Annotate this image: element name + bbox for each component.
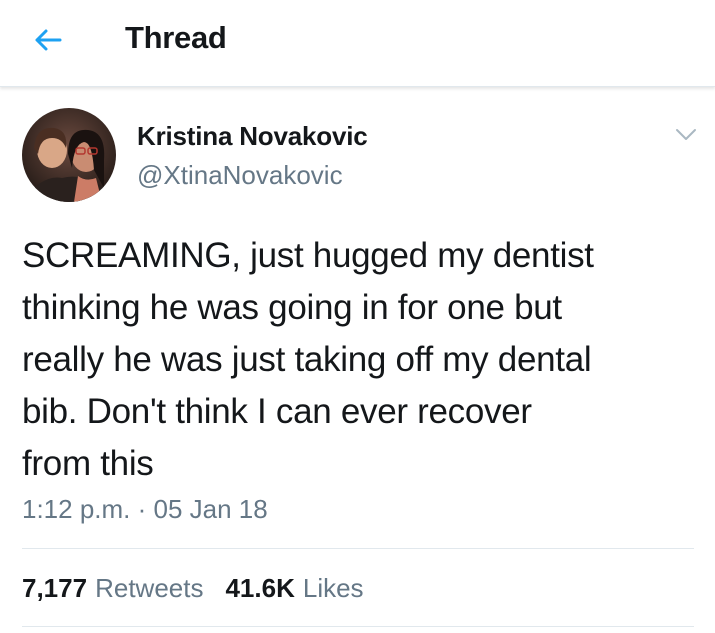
tweet-menu-button[interactable] [671,122,701,148]
author-name[interactable]: Kristina Novakovic [137,119,368,153]
retweets-label: Retweets [95,573,204,603]
arrow-left-icon [35,29,62,51]
author-handle[interactable]: @XtinaNovakovic [137,158,343,192]
divider [22,548,694,549]
divider [22,626,694,627]
tweet-timestamp[interactable]: 1:12 p.m. · 05 Jan 18 [22,492,268,526]
back-button[interactable] [28,22,68,58]
likes-stat[interactable]: 41.6K Likes [225,571,363,605]
chevron-down-icon [676,129,696,140]
top-bar: Thread [0,0,715,87]
likes-label: Likes [302,573,364,603]
page-title: Thread [125,20,227,55]
tweet-text: SCREAMING, just hugged my dentist thinki… [22,236,594,483]
avatar[interactable] [22,108,116,202]
avatar-image [22,108,116,202]
retweets-count: 7,177 [22,573,88,603]
likes-count: 41.6K [225,573,295,603]
tweet-stats: 7,177 Retweets 41.6K Likes [22,571,364,605]
retweets-stat[interactable]: 7,177 Retweets [22,571,203,605]
